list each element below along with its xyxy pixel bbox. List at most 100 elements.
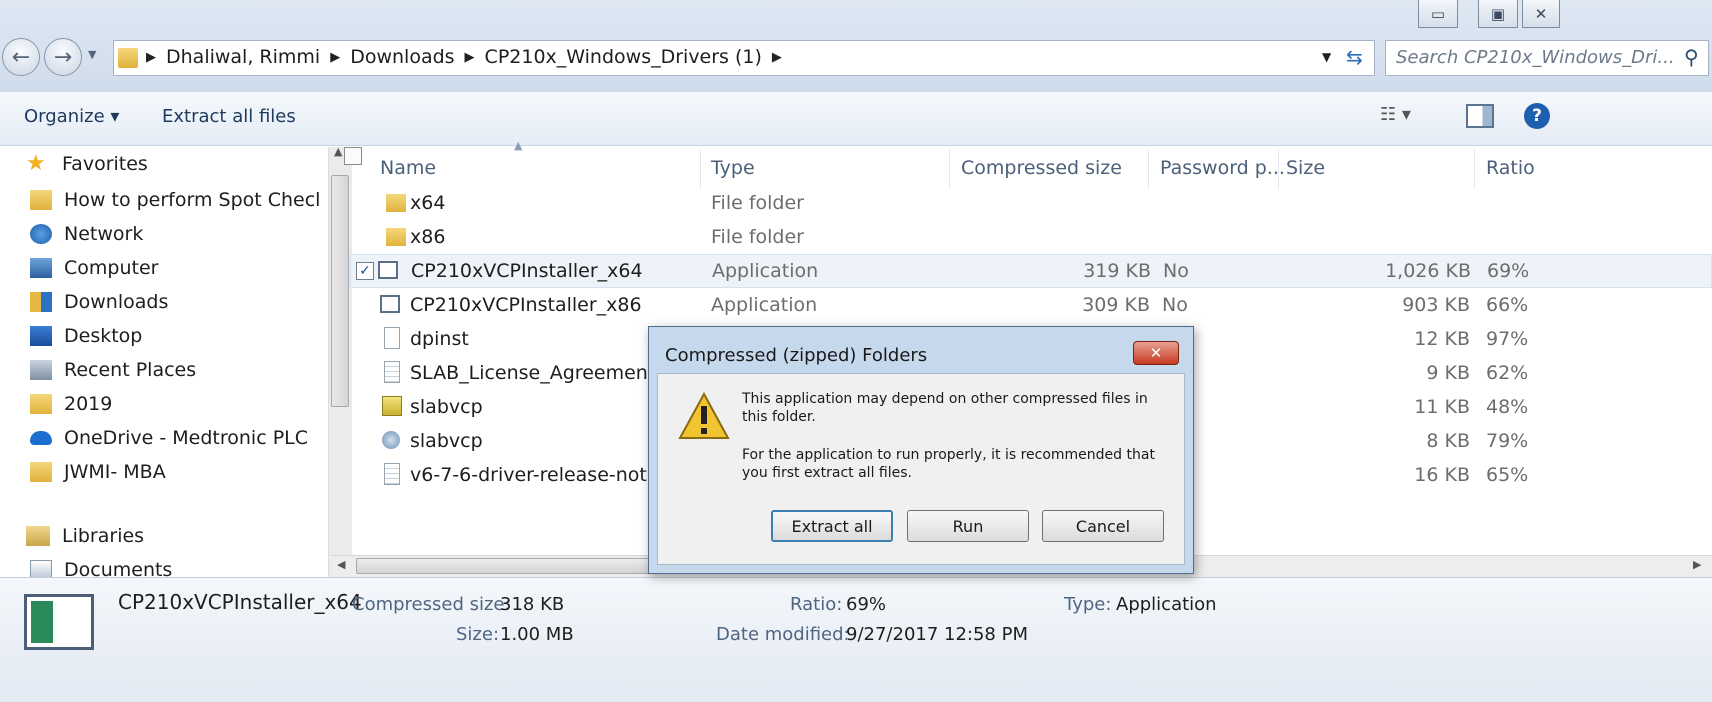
select-all-checkbox[interactable] [344,147,362,165]
close-button[interactable]: ✕ [1522,0,1560,28]
column-header-type[interactable]: Type [711,157,755,179]
file-name: dpinst [410,328,469,350]
document-icon [384,327,400,349]
run-button[interactable]: Run [907,510,1029,542]
change-view-icon[interactable]: ☷ ▾ [1380,104,1411,125]
column-header-name[interactable]: Name [380,157,436,179]
row-checkbox[interactable]: ✓ [356,262,374,280]
sidebar-item-jwmi-mba[interactable]: JWMI- MBA [30,455,166,489]
dialog-close-button[interactable]: ✕ [1133,341,1179,365]
preview-pane-icon[interactable] [1466,104,1494,128]
sort-indicator-icon: ▲ [514,139,523,152]
table-row[interactable]: x86 File folder [378,221,1712,255]
folder-icon [30,190,52,210]
computer-icon [30,258,52,278]
file-size: 11 KB [1414,396,1470,418]
scroll-right-icon[interactable]: ▶ [1693,558,1701,571]
column-header-compressed-size[interactable]: Compressed size [961,157,1122,179]
search-input[interactable]: Search CP210x_Windows_Dri... ⚲ [1385,40,1709,76]
compressed-size-value: 318 KB [500,594,565,615]
text-file-icon [384,463,400,485]
search-placeholder: Search CP210x_Windows_Dri... [1396,47,1675,68]
breadcrumb-separator-icon[interactable]: ▶ [772,50,782,65]
breadcrumb-separator-icon[interactable]: ▶ [146,50,156,65]
sidebar-item-label: Desktop [64,325,143,347]
table-row[interactable]: CP210xVCPInstaller_x86 Application 309 K… [378,289,1712,323]
refresh-icon[interactable]: ⇆ [1346,45,1363,69]
breadcrumb-separator-icon[interactable]: ▶ [465,50,475,65]
sidebar-item-downloads[interactable]: Downloads [30,285,168,319]
horizontal-scrollbar-thumb[interactable] [356,558,656,574]
column-divider [1278,149,1279,189]
breadcrumb-item[interactable]: Downloads [350,46,454,68]
sidebar-item-computer[interactable]: Computer [30,251,158,285]
search-icon[interactable]: ⚲ [1684,45,1699,69]
recent-pages-dropdown-icon[interactable]: ▼ [88,48,96,61]
file-size: 9 KB [1426,362,1470,384]
libraries-header[interactable]: Libraries [26,519,144,553]
ratio-label: Ratio: [790,594,843,615]
table-row[interactable]: x64 File folder [378,187,1712,221]
column-header-password[interactable]: Password p... [1160,157,1285,179]
ratio-value: 69% [846,594,887,615]
breadcrumb-item[interactable]: CP210x_Windows_Drivers (1) [485,46,762,68]
favorites-header[interactable]: ★ Favorites [26,147,148,181]
back-button[interactable]: ← [2,38,40,76]
text-file-icon [384,361,400,383]
address-dropdown-icon[interactable]: ▼ [1322,50,1331,64]
file-size: 8 KB [1426,430,1470,452]
help-icon[interactable]: ? [1524,103,1550,129]
command-bar: Organize ▾ Extract all files ☷ ▾ ? [0,92,1712,146]
scroll-left-icon[interactable]: ◀ [337,558,345,571]
column-divider [1474,149,1475,189]
file-password: No [1163,260,1189,282]
file-size: 903 KB [1402,294,1470,316]
file-ratio: 97% [1486,328,1529,350]
file-password: No [1162,294,1188,316]
recent-places-icon [30,360,52,380]
file-type: Application [712,260,819,282]
table-row[interactable]: ✓ CP210xVCPInstaller_x64 Application 319… [350,254,1712,288]
navigation-pane: ★ Favorites How to perform Spot Checl Ne… [0,147,354,631]
extract-all-button[interactable]: Extract all [771,510,893,542]
cancel-button[interactable]: Cancel [1042,510,1164,542]
application-icon-detail [31,601,53,643]
breadcrumb-separator-icon[interactable]: ▶ [330,50,340,65]
onedrive-icon [30,431,52,445]
file-ratio: 48% [1486,396,1529,418]
column-divider [1148,149,1149,189]
scroll-up-icon[interactable]: ▲ [334,145,342,158]
file-name: CP210xVCPInstaller_x64 [411,260,643,282]
sidebar-item-2019[interactable]: 2019 [30,387,112,421]
file-ratio: 65% [1486,464,1529,486]
sidebar-item-desktop[interactable]: Desktop [30,319,142,353]
extract-all-files-button[interactable]: Extract all files [162,106,296,127]
file-type: File folder [711,192,804,214]
navigation-scrollbar-thumb[interactable] [331,175,349,407]
selected-file-name: CP210xVCPInstaller_x64 [118,590,362,614]
breadcrumb-item[interactable]: Dhaliwal, Rimmi [166,46,320,68]
column-header-ratio[interactable]: Ratio [1486,157,1535,179]
column-header-size[interactable]: Size [1286,157,1325,179]
breadcrumb: ▶ Dhaliwal, Rimmi ▶ Downloads ▶ CP210x_W… [146,46,792,68]
sidebar-item-spot-check[interactable]: How to perform Spot Checl [30,183,320,217]
file-size: 16 KB [1414,464,1470,486]
forward-button[interactable]: → [44,38,82,76]
sidebar-item-onedrive[interactable]: OneDrive - Medtronic PLC [30,421,308,455]
dialog-message-1: This application may depend on other com… [742,391,1148,425]
date-modified-value: 9/27/2017 12:58 PM [846,624,1028,645]
sidebar-item-network[interactable]: Network [30,217,143,251]
address-bar[interactable]: ▶ Dhaliwal, Rimmi ▶ Downloads ▶ CP210x_W… [113,40,1375,76]
file-name: v6-7-6-driver-release-notes [410,464,669,486]
application-icon [24,594,94,650]
minimize-button[interactable]: ▭ [1418,0,1458,28]
file-size: 12 KB [1414,328,1470,350]
maximize-button[interactable]: ▣ [1478,0,1518,28]
sidebar-item-recent-places[interactable]: Recent Places [30,353,196,387]
organize-button[interactable]: Organize ▾ [24,106,119,127]
file-type: Application [711,294,818,316]
sidebar-item-label: JWMI- MBA [64,461,166,483]
compressed-folders-dialog: Compressed (zipped) Folders ✕ This appli… [648,326,1194,574]
file-name: x64 [410,192,446,214]
file-name: CP210xVCPInstaller_x86 [410,294,642,316]
